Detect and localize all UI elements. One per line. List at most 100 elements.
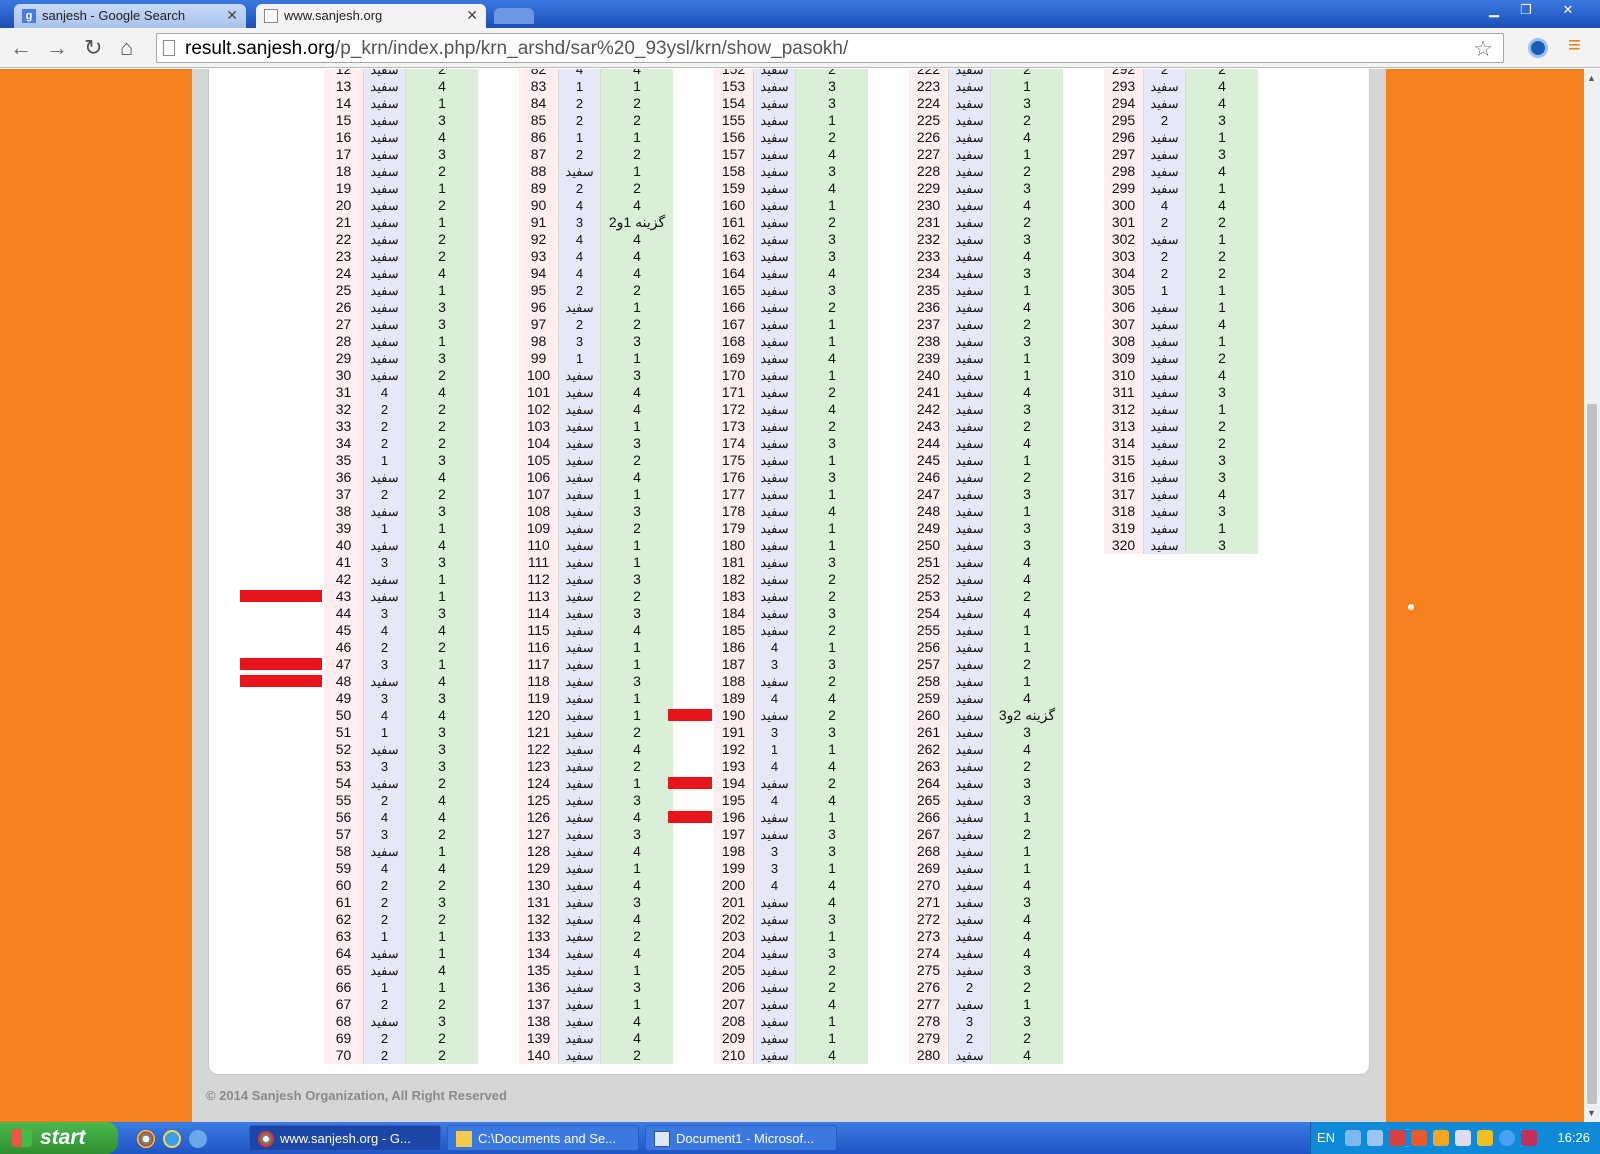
question-number: 245 xyxy=(909,452,949,469)
scrollbar-thumb[interactable] xyxy=(1587,404,1597,1104)
selected-answer: سفید xyxy=(754,163,796,180)
question-number: 255 xyxy=(909,622,949,639)
question-number: 112 xyxy=(519,571,559,588)
menu-icon[interactable]: ≡ xyxy=(1568,32,1588,57)
selected-answer: سفید xyxy=(364,741,406,758)
question-number: 233 xyxy=(909,248,949,265)
selected-answer: 2 xyxy=(364,877,406,894)
question-number: 184 xyxy=(714,605,754,622)
task-browser[interactable]: www.sanjesh.org - G... xyxy=(249,1125,441,1151)
table-row: 208 سفید 1 xyxy=(714,1013,868,1030)
question-number: 126 xyxy=(519,809,559,826)
question-number: 96 xyxy=(519,299,559,316)
selected-answer: سفید xyxy=(949,707,991,724)
table-row: 241 سفید 4 xyxy=(909,384,1063,401)
selected-answer: سفید xyxy=(754,129,796,146)
selected-answer: سفید xyxy=(754,282,796,299)
close-tab-icon[interactable]: ✕ xyxy=(466,7,478,24)
quicklaunch-icon[interactable] xyxy=(189,1130,207,1148)
table-row: 207 سفید 4 xyxy=(714,996,868,1013)
question-number: 43 xyxy=(324,588,364,605)
selected-answer: سفید xyxy=(1144,299,1186,316)
table-row: 105 سفید 2 xyxy=(519,452,673,469)
shield-icon[interactable] xyxy=(1411,1130,1427,1146)
antivirus-icon[interactable] xyxy=(1477,1130,1493,1146)
selected-answer: سفید xyxy=(559,962,601,979)
chrome-icon[interactable] xyxy=(137,1130,155,1148)
selected-answer: سفید xyxy=(559,911,601,928)
close-tab-icon[interactable]: ✕ xyxy=(226,7,238,24)
tab-sanjesh[interactable]: www.sanjesh.org ✕ xyxy=(256,4,486,28)
correct-answer: 4 xyxy=(1186,367,1258,384)
ie-icon[interactable] xyxy=(163,1130,181,1148)
question-number: 38 xyxy=(324,503,364,520)
table-row: 183 سفید 2 xyxy=(714,588,868,605)
address-bar[interactable]: result.sanjesh.org/p_krn/index.php/krn_a… xyxy=(156,33,1504,63)
table-row: 82 4 4 xyxy=(519,69,673,78)
task-explorer[interactable]: C:\Documents and Se... xyxy=(447,1125,639,1151)
selected-answer: سفید xyxy=(754,1013,796,1030)
question-number: 162 xyxy=(714,231,754,248)
page-icon xyxy=(264,9,278,23)
highlight-marker xyxy=(240,658,322,670)
url-text[interactable]: result.sanjesh.org/p_krn/index.php/krn_a… xyxy=(185,38,848,60)
correct-answer: 3 xyxy=(796,911,868,928)
forward-icon[interactable]: → xyxy=(46,36,68,60)
selected-answer: سفید xyxy=(364,248,406,265)
tray-icon[interactable] xyxy=(1345,1130,1361,1146)
question-number: 177 xyxy=(714,486,754,503)
extension-icon[interactable] xyxy=(1528,38,1548,58)
selected-answer: سفید xyxy=(559,979,601,996)
tab-google-search[interactable]: g sanjesh - Google Search ✕ xyxy=(14,4,246,28)
security-icon[interactable] xyxy=(1389,1130,1405,1146)
table-row: 175 سفید 1 xyxy=(714,452,868,469)
new-tab-button[interactable] xyxy=(494,8,534,24)
correct-answer: 2 xyxy=(796,129,868,146)
question-number: 253 xyxy=(909,588,949,605)
home-icon[interactable]: ⌂ xyxy=(120,36,133,60)
correct-answer: 1 xyxy=(406,979,478,996)
selected-answer: سفید xyxy=(949,112,991,129)
correct-answer: 2 xyxy=(1186,265,1258,282)
question-number: 70 xyxy=(324,1047,364,1064)
table-row: 257 سفید 2 xyxy=(909,656,1063,673)
back-icon[interactable]: ← xyxy=(10,36,32,60)
table-row: 100 سفید 3 xyxy=(519,367,673,384)
correct-answer: 3 xyxy=(991,231,1063,248)
selected-answer: سفید xyxy=(364,469,406,486)
network-icon[interactable] xyxy=(1367,1130,1383,1146)
table-row: 160 سفید 1 xyxy=(714,197,868,214)
update-icon[interactable] xyxy=(1521,1130,1537,1146)
start-button[interactable]: start xyxy=(0,1122,118,1154)
question-number: 117 xyxy=(519,656,559,673)
reload-icon[interactable]: ↻ xyxy=(84,36,102,60)
table-row: 203 سفید 1 xyxy=(714,928,868,945)
rss-icon[interactable] xyxy=(1433,1130,1449,1146)
volume-icon[interactable] xyxy=(1455,1130,1471,1146)
selected-answer: 2 xyxy=(364,435,406,452)
table-row: 255 سفید 1 xyxy=(909,622,1063,639)
selected-answer: 1 xyxy=(1144,282,1186,299)
language-indicator[interactable]: EN xyxy=(1317,1130,1335,1145)
table-row: 89 2 2 xyxy=(519,180,673,197)
question-number: 15 xyxy=(324,112,364,129)
close-window-icon[interactable]: ✕ xyxy=(1554,0,1582,20)
table-row: 120 سفید 1 xyxy=(519,707,673,724)
correct-answer: 1 xyxy=(796,367,868,384)
restore-icon[interactable]: ❐ xyxy=(1512,0,1540,20)
scroll-up-icon[interactable]: ▲ xyxy=(1587,73,1596,83)
correct-answer: 2 xyxy=(601,758,673,775)
table-row: 123 سفید 2 xyxy=(519,758,673,775)
selected-answer: سفید xyxy=(754,231,796,248)
info-icon[interactable] xyxy=(1499,1130,1515,1146)
question-number: 56 xyxy=(324,809,364,826)
table-row: 201 سفید 4 xyxy=(714,894,868,911)
scroll-down-icon[interactable]: ▼ xyxy=(1587,1108,1596,1118)
question-number: 224 xyxy=(909,95,949,112)
vertical-scrollbar[interactable]: ▲ ▼ xyxy=(1584,69,1600,1122)
task-word[interactable]: Document1 - Microsof... xyxy=(645,1125,837,1151)
bookmark-star-icon[interactable]: ☆ xyxy=(1473,36,1493,62)
question-number: 120 xyxy=(519,707,559,724)
question-number: 263 xyxy=(909,758,949,775)
minimize-icon[interactable]: ▁ xyxy=(1480,0,1508,20)
